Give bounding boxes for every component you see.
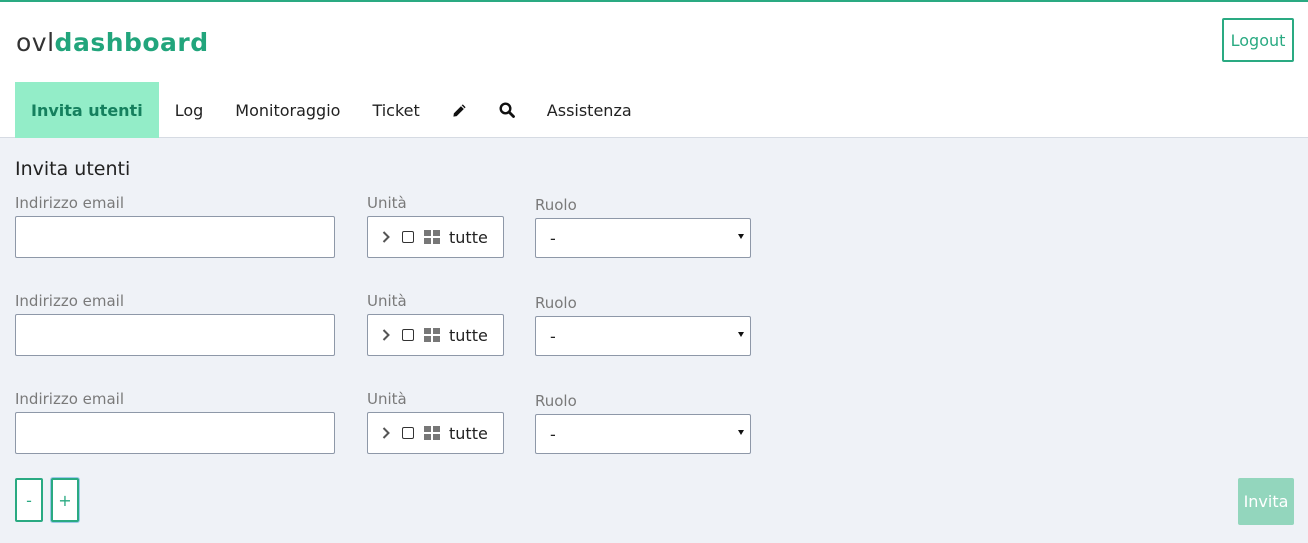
email-label: Indirizzo email: [15, 194, 125, 212]
tab-invita-utenti[interactable]: Invita utenti: [15, 82, 159, 138]
invite-submit-button[interactable]: Invita: [1238, 478, 1294, 525]
unit-label: Unità: [367, 390, 407, 408]
chevron-right-icon[interactable]: [382, 231, 390, 243]
invite-row: Indirizzo email Unità tutte Ruolo -: [0, 292, 1308, 372]
tab-search[interactable]: [483, 82, 531, 138]
email-field[interactable]: [15, 216, 335, 258]
dropdown-caret-icon: [738, 234, 744, 239]
dropdown-caret-icon: [738, 430, 744, 435]
email-field[interactable]: [15, 314, 335, 356]
tab-assistenza[interactable]: Assistenza: [531, 82, 648, 138]
role-select[interactable]: -: [535, 316, 751, 356]
add-row-button[interactable]: +: [51, 478, 79, 522]
role-value: -: [550, 424, 556, 444]
checkbox-icon[interactable]: [402, 329, 414, 341]
unit-value: tutte: [449, 325, 488, 345]
chevron-right-icon[interactable]: [382, 329, 390, 341]
pencil-icon: [453, 103, 466, 117]
brand-logo: ovldashboard: [16, 28, 209, 58]
tab-log[interactable]: Log: [159, 82, 220, 138]
remove-row-button[interactable]: -: [15, 478, 43, 522]
email-label: Indirizzo email: [15, 390, 125, 408]
checkbox-icon[interactable]: [402, 231, 414, 243]
role-select[interactable]: -: [535, 414, 751, 454]
role-value: -: [550, 326, 556, 346]
role-select[interactable]: -: [535, 218, 751, 258]
email-field[interactable]: [15, 412, 335, 454]
unit-label: Unità: [367, 292, 407, 310]
invite-row: Indirizzo email Unità tutte Ruolo -: [0, 390, 1308, 470]
units-grid-icon: [424, 230, 440, 244]
unit-selector[interactable]: tutte: [367, 314, 504, 356]
brand-prefix: ovl: [16, 28, 55, 57]
email-label: Indirizzo email: [15, 292, 125, 310]
role-label: Ruolo: [535, 196, 577, 214]
tab-edit[interactable]: [436, 82, 483, 138]
unit-selector[interactable]: tutte: [367, 412, 504, 454]
dropdown-caret-icon: [738, 332, 744, 337]
tab-ticket[interactable]: Ticket: [356, 82, 435, 138]
units-grid-icon: [424, 328, 440, 342]
role-value: -: [550, 228, 556, 248]
unit-label: Unità: [367, 194, 407, 212]
invite-row: Indirizzo email Unità tutte Ruolo -: [0, 194, 1308, 274]
logout-button[interactable]: Logout: [1222, 18, 1294, 62]
main-nav: Invita utenti Log Monitoraggio Ticket As…: [15, 82, 648, 138]
role-label: Ruolo: [535, 294, 577, 312]
app-header: ovldashboard Logout Invita utenti Log Mo…: [0, 2, 1308, 138]
role-label: Ruolo: [535, 392, 577, 410]
chevron-right-icon[interactable]: [382, 427, 390, 439]
unit-selector[interactable]: tutte: [367, 216, 504, 258]
units-grid-icon: [424, 426, 440, 440]
checkbox-icon[interactable]: [402, 427, 414, 439]
page-title: Invita utenti: [15, 158, 131, 180]
brand-main: dashboard: [54, 28, 209, 57]
search-icon: [499, 102, 515, 118]
tab-monitoraggio[interactable]: Monitoraggio: [219, 82, 356, 138]
unit-value: tutte: [449, 227, 488, 247]
unit-value: tutte: [449, 423, 488, 443]
